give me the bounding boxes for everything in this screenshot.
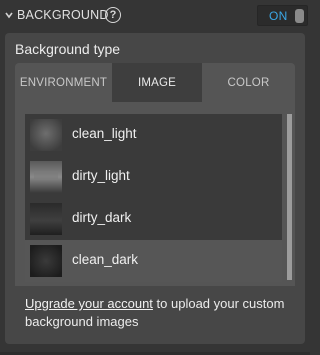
- background-panel: Background type ENVIRONMENT IMAGE COLOR: [5, 33, 305, 344]
- background-toggle[interactable]: ON: [257, 5, 308, 26]
- image-item-dirty-light[interactable]: dirty_light: [25, 156, 282, 198]
- thumbnail-dirty-dark: [30, 203, 62, 235]
- background-settings: BACKGROUND ? ON Background type ENVIRONM…: [0, 0, 310, 355]
- tab-environment[interactable]: ENVIRONMENT: [15, 63, 112, 102]
- toggle-knob[interactable]: [295, 9, 304, 23]
- image-item-label: dirty_dark: [72, 210, 132, 225]
- image-item-label: clean_dark: [72, 252, 139, 267]
- image-list[interactable]: clean_light dirty_light dirty_dark clean…: [25, 114, 282, 282]
- upgrade-notice: Upgrade your account to upload your cust…: [25, 295, 295, 331]
- section-title: BACKGROUND: [17, 8, 109, 22]
- chevron-down-icon[interactable]: [5, 11, 13, 19]
- image-list-container: clean_light dirty_light dirty_dark clean…: [15, 102, 295, 286]
- section-header[interactable]: BACKGROUND ? ON: [0, 0, 310, 30]
- background-type-label: Background type: [15, 41, 121, 57]
- image-item-label: clean_light: [72, 126, 137, 141]
- thumbnail-clean-dark: [30, 245, 62, 277]
- image-list-scrollbar[interactable]: [287, 114, 292, 280]
- background-type-tabs: ENVIRONMENT IMAGE COLOR: [15, 63, 295, 102]
- image-item-label: dirty_light: [72, 168, 130, 183]
- image-item-clean-light[interactable]: clean_light: [25, 114, 282, 156]
- upgrade-account-link[interactable]: Upgrade your account: [25, 296, 153, 311]
- tab-color[interactable]: COLOR: [202, 63, 295, 102]
- image-item-dirty-dark[interactable]: dirty_dark: [25, 198, 282, 240]
- thumbnail-clean-light: [30, 119, 62, 151]
- image-item-clean-dark[interactable]: clean_dark: [25, 240, 282, 282]
- tab-image[interactable]: IMAGE: [112, 63, 202, 102]
- thumbnail-dirty-light: [30, 161, 62, 193]
- help-icon[interactable]: ?: [105, 7, 121, 23]
- toggle-label: ON: [269, 9, 288, 23]
